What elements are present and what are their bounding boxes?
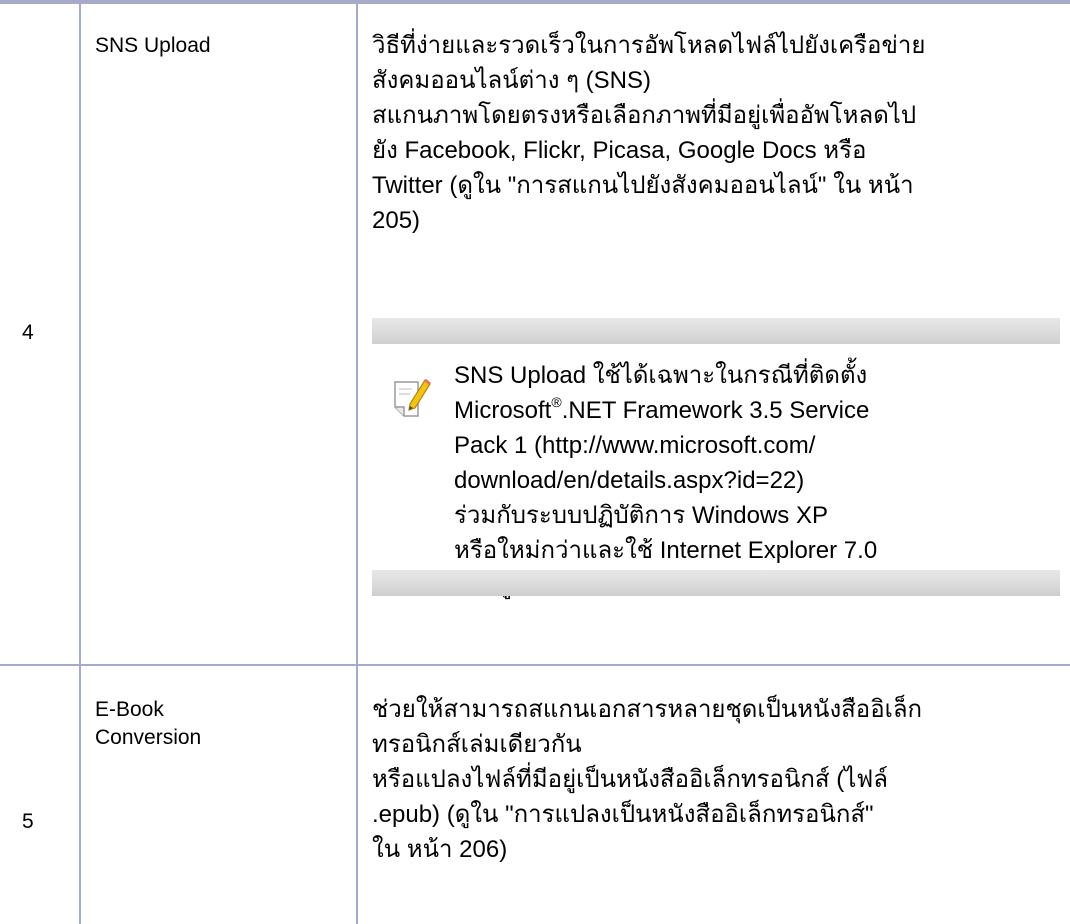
note-line: ร่วมกับระบบปฏิบัติการ Windows XP [454,502,828,529]
note-box: SNS Upload ใช้ได้เฉพาะในกรณีที่ติดตั้ง M… [372,318,1060,618]
description-line: วิธีที่ง่ายและรวดเร็วในการอัพโหลดไฟล์ไปย… [372,32,926,59]
note-pencil-icon [394,378,431,417]
description-line: ช่วยให้สามารถสแกนเอกสารหลายชุดเป็นหนังสื… [372,696,923,723]
description-line: สังคมออนไลน์ต่าง ๆ (SNS) [372,67,651,94]
note-bottom-bar [372,570,1060,596]
feature-name: SNS Upload [95,34,211,57]
note-line: download/en/details.aspx?id=22) [454,467,805,494]
description-line: หรือแปลงไฟล์ที่มีอยู่เป็นหนังสืออิเล็กทร… [372,766,888,793]
feature-name-line: E-Book [95,698,164,721]
feature-description: ช่วยให้สามารถสแกนเอกสารหลายชุดเป็นหนังสื… [372,692,1062,867]
note-line: SNS Upload ใช้ได้เฉพาะในกรณีที่ติดตั้ง [454,362,868,389]
description-line: Twitter (ดูใน "การสแกนไปยังสังคมออนไลน์"… [372,172,914,199]
note-line: หรือใหม่กว่าและใช้ Internet Explorer 7.0 [454,537,878,564]
column-divider-2 [356,0,358,924]
description-line: 205) [372,207,421,234]
table-top-rule [0,0,1070,4]
note-line: Pack 1 (http://www.microsoft.com/ [454,432,816,459]
note-line: Microsoft®.NET Framework 3.5 Service [454,393,1054,428]
note-top-bar [372,318,1060,344]
row-divider [0,664,1070,666]
note-line-part: .NET Framework 3.5 Service [561,397,870,424]
description-line: ยัง Facebook, Flickr, Picasa, Google Doc… [372,137,867,164]
registered-mark: ® [551,394,562,410]
row-number: 5 [22,810,34,833]
note-text: SNS Upload ใช้ได้เฉพาะในกรณีที่ติดตั้ง M… [454,358,1054,603]
feature-name: E-Book Conversion [95,696,335,752]
description-line: สแกนภาพโดยตรงหรือเลือกภาพที่มีอยู่เพื่ออ… [372,102,917,129]
description-line: ทรอนิกส์เล่มเดียวกัน [372,731,582,758]
description-line: .epub) (ดูใน "การแปลงเป็นหนังสืออิเล็กทร… [372,801,874,828]
feature-description: วิธีที่ง่ายและรวดเร็วในการอัพโหลดไฟล์ไปย… [372,28,1062,238]
note-line-part: Microsoft [454,397,552,424]
feature-name-line: Conversion [95,726,202,749]
description-line: ใน หน้า 206) [372,836,508,863]
row-number: 4 [22,321,34,344]
column-divider-1 [79,0,81,924]
